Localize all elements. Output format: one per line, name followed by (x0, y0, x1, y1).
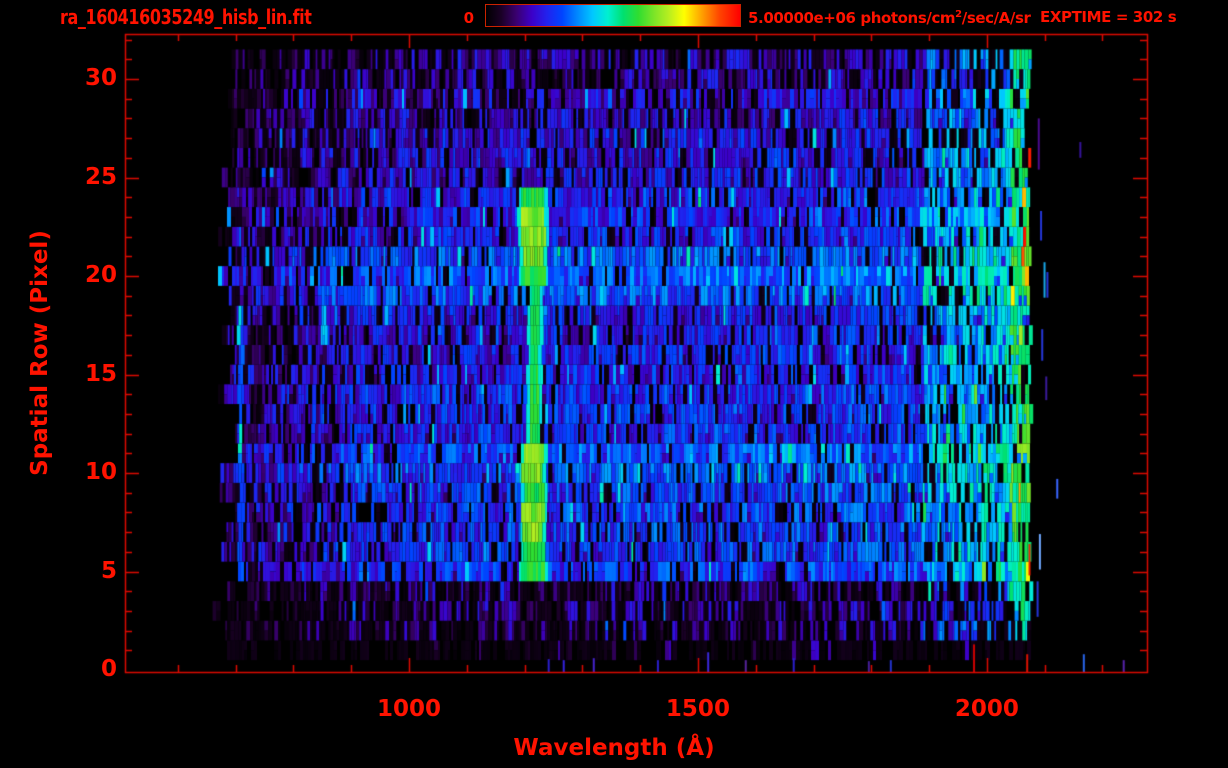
y-tick-label: 25 (84, 163, 117, 190)
x-tick-label: 1000 (376, 696, 442, 722)
colorbar-max-label: 5.00000e+06 photons/cm2/sec/A/sr (748, 10, 1031, 26)
spectrogram-window: ra_160416035249_hisb_lin.fit 0 5.00000e+… (0, 0, 1228, 768)
exptime-label: EXPTIME = 302 s (1040, 8, 1177, 26)
y-tick-label: 10 (84, 459, 117, 485)
file-title: ra_160416035249_hisb_lin.fit (60, 5, 312, 29)
colorbar-max-text: 5.00000e+06 photons/cm (748, 9, 956, 27)
colorbar-max-suffix: /sec/A/sr (961, 9, 1031, 27)
x-tick-label: 1500 (665, 696, 730, 722)
y-tick-label: 30 (84, 65, 117, 91)
x-tick-label: 2000 (954, 696, 1019, 722)
spectrogram-canvas (0, 0, 1228, 768)
colorbar (485, 4, 741, 27)
x-axis-label: Wavelength (Å) (513, 735, 715, 761)
y-tick-label: 15 (84, 360, 117, 387)
y-axis-label: Spatial Row (Pixel) (27, 230, 53, 476)
y-tick-label: 0 (100, 656, 117, 682)
colorbar-min-label: 0 (463, 9, 474, 27)
y-tick-label: 5 (100, 557, 117, 584)
y-tick-label: 20 (84, 262, 117, 288)
